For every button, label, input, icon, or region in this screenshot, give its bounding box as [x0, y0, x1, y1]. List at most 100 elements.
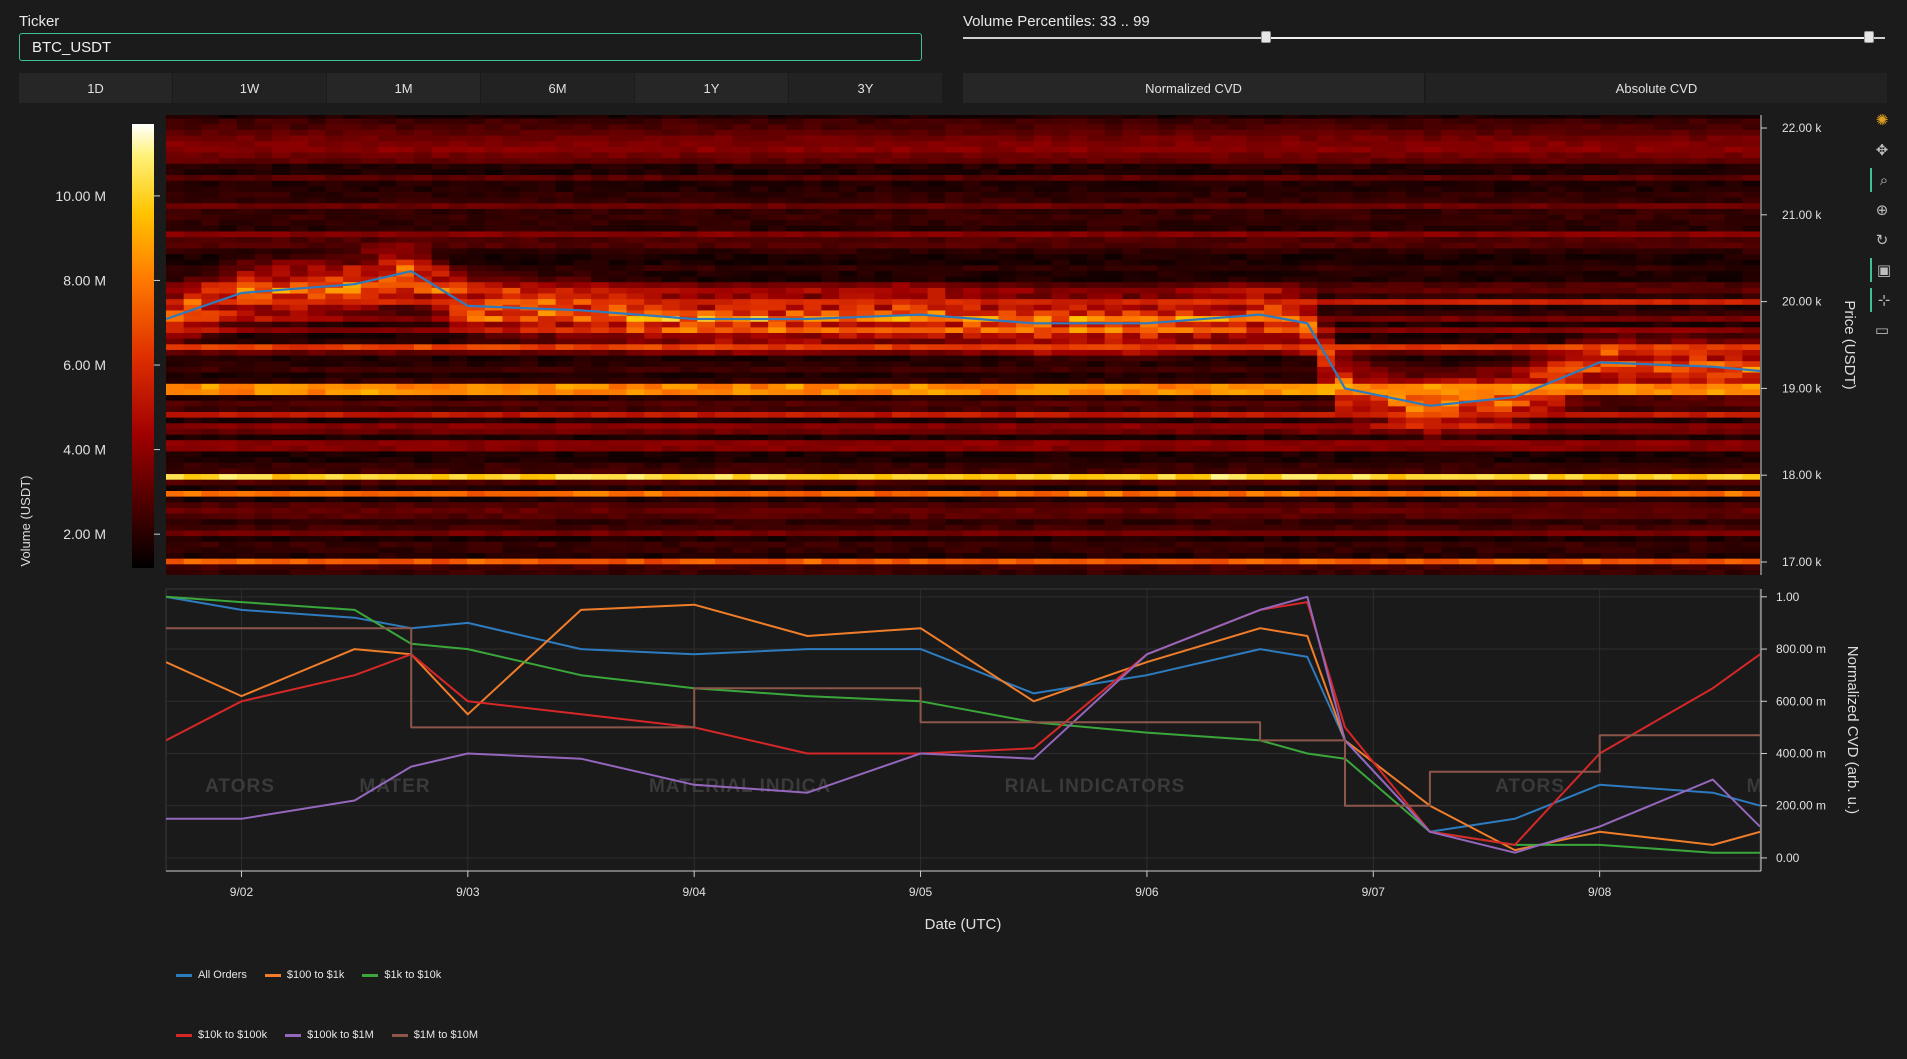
heatmap-cell: [768, 129, 787, 136]
heatmap-cell: [679, 180, 698, 187]
heatmap-cell: [874, 230, 893, 238]
heatmap-cell: [608, 377, 628, 384]
heatmap-cell: [1086, 151, 1106, 159]
heatmap-cell: [1104, 456, 1123, 463]
heatmap-cell: [360, 151, 380, 159]
heatmap-cell: [360, 315, 380, 322]
heatmap-cell: [608, 168, 628, 176]
heatmap-cell: [768, 276, 787, 283]
heatmap-cell: [484, 197, 504, 204]
heatmap-cell: [1051, 151, 1070, 159]
heatmap-cell: [591, 450, 610, 458]
heatmap-cell: [909, 197, 929, 204]
heatmap-cell: [378, 546, 397, 554]
heatmap-cell: [431, 411, 450, 418]
heatmap-cell: [307, 371, 326, 379]
heatmap-cell: [307, 140, 326, 147]
heatmap-cell: [201, 236, 220, 243]
heatmap-cell: [1033, 151, 1053, 159]
heatmap-cell: [307, 180, 326, 187]
heatmap-cell: [219, 558, 238, 565]
heatmap-cell: [520, 496, 539, 503]
heatmap-cell: [715, 197, 734, 204]
heatmap-cell: [821, 343, 840, 350]
heatmap-cell: [573, 151, 592, 159]
heatmap-cell: [661, 569, 681, 575]
heatmap-cell: [750, 383, 769, 390]
heatmap-cell: [1086, 180, 1106, 187]
heatmap-cell: [1086, 422, 1106, 429]
heatmap-cell: [272, 501, 291, 508]
heatmap-cell: [998, 388, 1017, 396]
heatmap-cell: [945, 146, 964, 153]
heatmap-cell: [183, 191, 203, 198]
heatmap-cell: [555, 115, 574, 119]
heatmap-cell: [661, 115, 681, 119]
heatmap-cell: [520, 129, 539, 136]
heatmap-cell: [360, 433, 380, 441]
heatmap-cell: [892, 225, 911, 232]
heatmap-cell: [679, 569, 698, 575]
heatmap-cell: [998, 473, 1017, 480]
heatmap-cell: [183, 129, 203, 136]
heatmap-cell: [236, 546, 256, 554]
heatmap-cell: [945, 479, 964, 486]
heatmap-cell: [449, 321, 468, 328]
heatmap-cell: [732, 338, 752, 345]
heatmap-cell: [732, 115, 752, 119]
heatmap-cell: [768, 326, 787, 334]
heatmap-cell: [307, 484, 326, 491]
heatmap-cell: [520, 507, 539, 514]
heatmap-cell: [963, 219, 982, 226]
heatmap-cell: [750, 134, 769, 142]
heatmap-cell: [272, 456, 291, 463]
heatmap-cell: [821, 332, 840, 339]
heatmap-cell: [201, 433, 220, 441]
heatmap-cell: [183, 208, 203, 215]
heatmap-cell: [378, 253, 397, 260]
heatmap-cell: [431, 371, 450, 379]
heatmap-cell: [1033, 118, 1053, 125]
heatmap-cell: [201, 213, 220, 221]
heatmap-cell: [697, 428, 716, 435]
heatmap-cell: [785, 405, 805, 412]
heatmap-cell: [1033, 225, 1053, 232]
heatmap-cell: [1016, 433, 1035, 441]
heatmap-cell: [1210, 484, 1230, 491]
heatmap-cell: [502, 417, 521, 424]
heatmap-cell: [307, 270, 326, 277]
heatmap-cell: [750, 524, 769, 531]
heatmap-cell: [1051, 197, 1070, 204]
heatmap-cell: [892, 202, 911, 209]
heatmap-cell: [307, 360, 326, 367]
heatmap-cell: [945, 439, 964, 446]
heatmap-cell: [803, 524, 822, 531]
heatmap-cell: [1069, 411, 1088, 418]
heatmap-cell: [1033, 507, 1053, 514]
heatmap-cell: [378, 417, 397, 424]
heatmap-cell: [1228, 321, 1247, 328]
heatmap-cell: [892, 366, 911, 373]
heatmap-cell: [1104, 383, 1123, 390]
heatmap-cell: [591, 225, 610, 232]
heatmap-cell: [1033, 563, 1053, 570]
heatmap-cell: [874, 366, 893, 373]
heatmap-cell: [573, 321, 592, 328]
heatmap-cell: [803, 174, 822, 181]
heatmap-cell: [945, 270, 964, 277]
heatmap-cell: [484, 512, 504, 520]
heatmap-cell: [413, 512, 433, 520]
heatmap-cell: [537, 197, 557, 204]
heatmap-cell: [608, 569, 628, 575]
heatmap-cell: [963, 354, 982, 362]
heatmap-cell: [396, 405, 415, 412]
heatmap-cell: [396, 191, 415, 198]
heatmap-cell: [289, 558, 309, 565]
heatmap-cell: [520, 326, 539, 334]
heatmap-cell: [272, 535, 291, 542]
heatmap-cell: [484, 213, 504, 221]
heatmap-cell: [785, 411, 805, 418]
heatmap-cell: [821, 501, 840, 508]
heatmap-cell: [591, 552, 610, 559]
heatmap-cell: [537, 462, 557, 469]
